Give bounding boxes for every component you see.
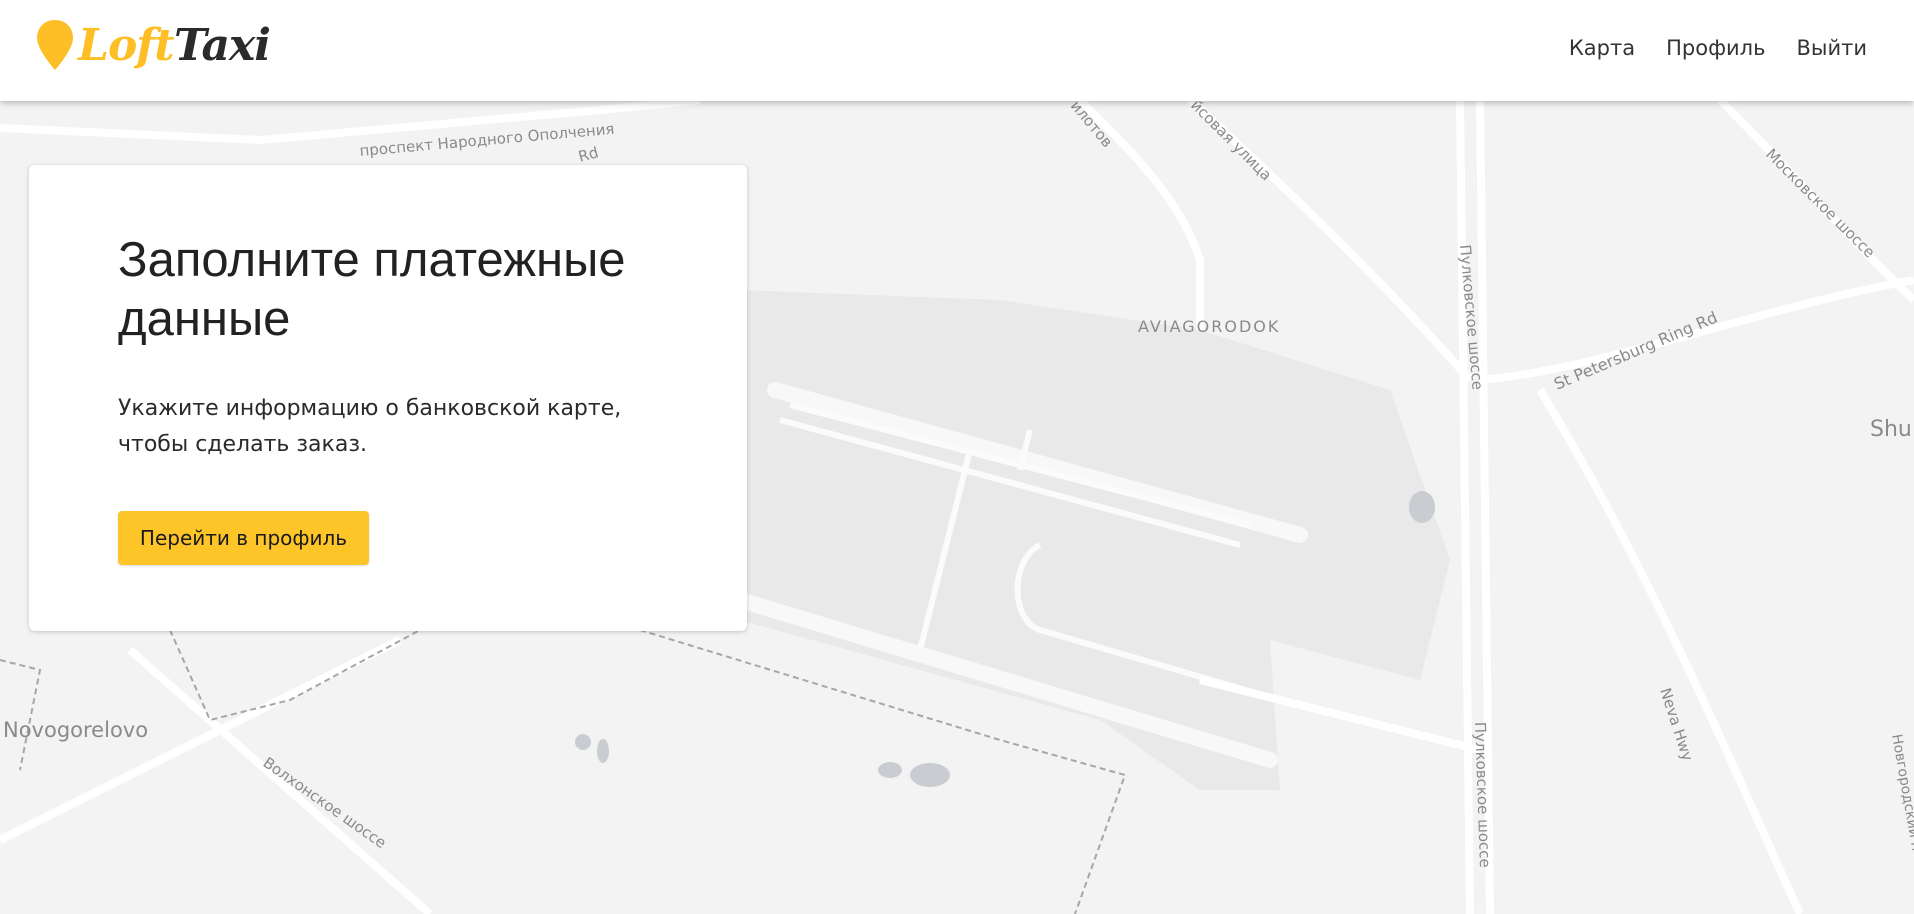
map-label-novogorelovo: Novogorelovo [3,718,148,742]
map-label-shu: Shu [1870,417,1912,442]
nav-link-map[interactable]: Карта [1569,36,1635,60]
location-pin-icon [37,20,73,70]
go-to-profile-button[interactable]: Перейти в профиль [118,511,369,565]
map-label-aviagorodok: AVIAGORODOK [1138,317,1280,336]
logo-loft-text: Loft [78,20,175,71]
card-title: Заполните платежные данные [118,233,626,346]
main-nav: Карта Профиль Выйти [1538,36,1867,60]
logo-taxi-text: Taxi [174,20,271,71]
nav-link-profile[interactable]: Профиль [1666,36,1765,60]
card-description: Укажите информацию о банковской карте, ч… [118,396,622,457]
top-header: Loft Taxi Карта Профиль Выйти [0,0,1914,101]
payment-info-card: Заполните платежные данные Укажите инфор… [29,165,747,631]
nav-link-logout[interactable]: Выйти [1796,36,1867,60]
